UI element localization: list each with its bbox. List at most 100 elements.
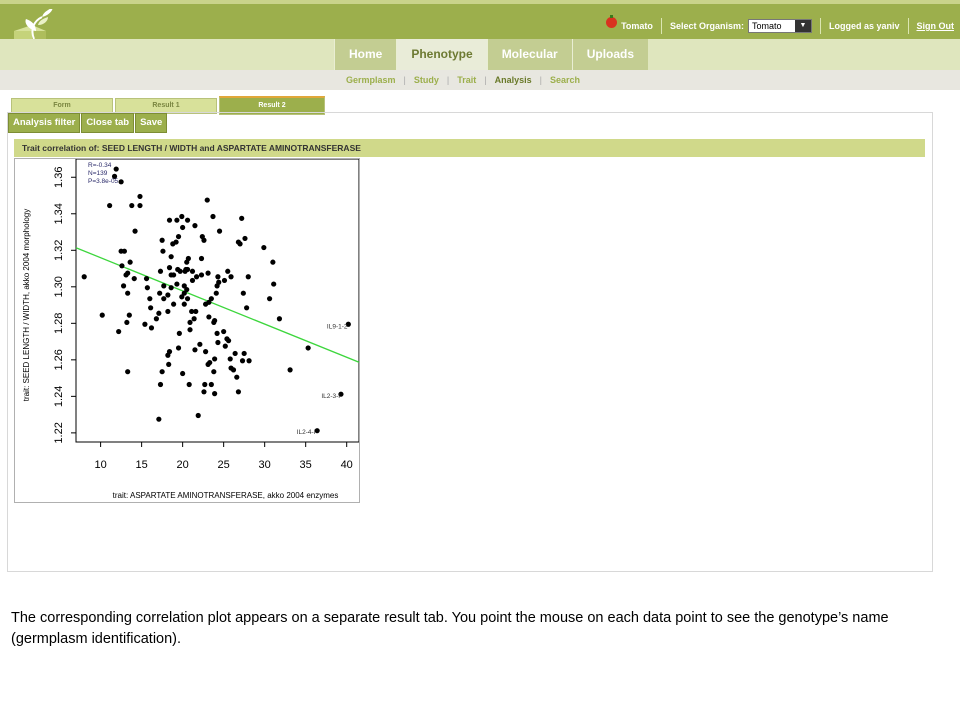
data-point[interactable] <box>246 358 252 364</box>
data-point[interactable] <box>173 239 179 245</box>
data-point[interactable] <box>81 274 87 280</box>
data-point[interactable] <box>187 327 193 333</box>
data-point[interactable] <box>186 381 192 388</box>
data-point[interactable] <box>161 296 167 302</box>
data-point[interactable] <box>125 290 131 296</box>
data-point[interactable] <box>165 352 171 358</box>
data-point[interactable] <box>210 213 216 220</box>
data-point[interactable] <box>157 290 163 296</box>
data-point[interactable] <box>147 296 153 302</box>
data-point[interactable] <box>191 316 197 322</box>
data-point[interactable] <box>214 330 220 336</box>
data-point[interactable] <box>166 217 173 223</box>
data-point[interactable] <box>165 292 171 298</box>
data-point[interactable] <box>123 272 129 278</box>
data-point[interactable] <box>216 279 222 285</box>
data-point[interactable] <box>270 259 276 265</box>
data-point[interactable] <box>241 350 247 357</box>
data-point[interactable] <box>166 361 172 368</box>
data-point[interactable] <box>192 347 198 353</box>
data-point[interactable] <box>237 241 243 247</box>
data-point[interactable] <box>221 277 228 284</box>
data-point[interactable] <box>113 166 119 172</box>
data-point[interactable] <box>212 356 218 362</box>
data-point[interactable] <box>222 343 228 349</box>
data-point[interactable] <box>143 275 150 282</box>
data-point[interactable] <box>276 316 283 322</box>
data-point[interactable] <box>184 217 191 223</box>
data-point[interactable] <box>193 308 199 315</box>
subnav-analysis[interactable]: Analysis <box>495 70 532 90</box>
data-point[interactable] <box>189 268 196 274</box>
organism-select[interactable]: Tomato ▼ <box>747 19 812 33</box>
data-point[interactable] <box>261 244 267 251</box>
data-point[interactable] <box>159 369 165 375</box>
data-point[interactable] <box>204 197 210 203</box>
data-point[interactable] <box>198 255 205 262</box>
data-point[interactable] <box>168 285 174 291</box>
data-point[interactable] <box>187 319 193 326</box>
data-point[interactable] <box>148 325 155 331</box>
data-point[interactable] <box>177 268 183 274</box>
data-point[interactable] <box>208 296 214 302</box>
data-point[interactable] <box>119 263 125 269</box>
data-point[interactable] <box>156 416 162 422</box>
sign-out-link[interactable]: Sign Out <box>917 21 955 31</box>
tab-phenotype[interactable]: Phenotype <box>396 39 487 70</box>
data-point[interactable] <box>192 223 198 229</box>
data-point[interactable] <box>129 202 135 209</box>
chevron-down-icon[interactable]: ▼ <box>794 20 811 32</box>
data-point[interactable] <box>198 272 205 278</box>
data-point[interactable] <box>224 336 230 342</box>
tab-molecular[interactable]: Molecular <box>486 39 572 70</box>
data-point[interactable] <box>181 301 187 307</box>
data-point[interactable] <box>239 358 246 364</box>
data-point[interactable] <box>183 266 189 273</box>
data-point[interactable] <box>203 349 209 355</box>
data-point[interactable] <box>118 179 124 185</box>
data-point[interactable] <box>208 381 214 388</box>
data-point[interactable] <box>161 283 167 289</box>
data-point[interactable] <box>174 281 180 287</box>
data-point[interactable] <box>244 305 250 311</box>
data-point[interactable] <box>124 319 130 326</box>
data-point[interactable] <box>184 296 191 302</box>
data-point[interactable] <box>156 310 162 316</box>
data-point[interactable] <box>159 237 165 243</box>
data-point[interactable] <box>157 268 164 274</box>
data-point[interactable] <box>271 281 277 287</box>
data-point[interactable] <box>206 314 212 320</box>
data-point[interactable] <box>160 248 166 254</box>
data-point[interactable] <box>153 316 159 322</box>
data-point[interactable] <box>228 274 234 280</box>
data-point[interactable] <box>171 301 177 307</box>
close-tab-button[interactable]: Close tab <box>81 113 135 133</box>
data-point[interactable] <box>225 268 231 274</box>
data-point[interactable] <box>168 254 174 260</box>
data-point[interactable] <box>242 235 248 242</box>
data-point[interactable] <box>166 265 173 271</box>
data-point[interactable] <box>212 317 218 324</box>
subnav-germplasm[interactable]: Germplasm <box>346 70 396 90</box>
tab-home[interactable]: Home <box>334 39 397 70</box>
data-point[interactable] <box>189 277 196 284</box>
data-point[interactable] <box>197 341 203 347</box>
data-point[interactable] <box>181 290 187 296</box>
data-point[interactable] <box>120 283 127 289</box>
data-point[interactable] <box>137 202 143 209</box>
data-point[interactable] <box>245 274 251 280</box>
data-point[interactable] <box>144 285 150 291</box>
data-point[interactable] <box>305 345 311 351</box>
data-point[interactable] <box>235 389 242 395</box>
data-point[interactable] <box>205 270 211 276</box>
data-point[interactable] <box>227 356 233 362</box>
data-point[interactable] <box>165 308 171 315</box>
subnav-study[interactable]: Study <box>414 70 439 90</box>
data-point[interactable] <box>205 361 211 368</box>
data-point[interactable] <box>184 259 190 265</box>
data-point[interactable] <box>215 339 221 346</box>
data-point[interactable] <box>121 248 127 254</box>
data-point[interactable] <box>239 215 245 221</box>
data-point[interactable] <box>171 272 177 278</box>
data-point[interactable] <box>107 202 113 209</box>
